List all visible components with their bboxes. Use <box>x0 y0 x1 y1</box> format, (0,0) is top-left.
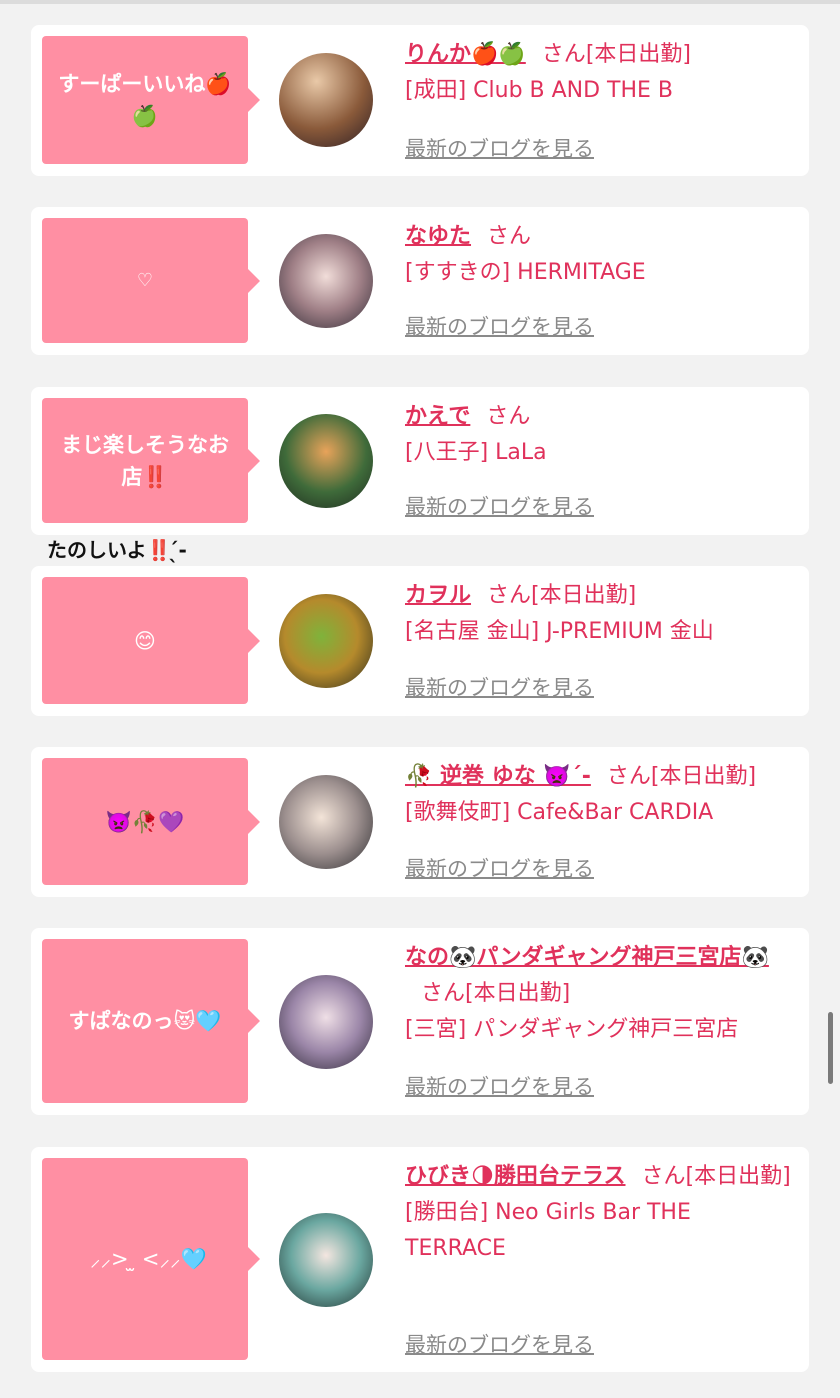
shop-name: [歌舞伎町] Cafe&Bar CARDIA <box>405 800 714 825</box>
honorific: さん <box>641 1164 686 1189</box>
list-item: すーぱーいいね🍎🍏 りんか🍎🍏 さん[本日出勤] [成田] Club B AND … <box>31 25 809 176</box>
girl-name-link[interactable]: なゆた <box>405 224 471 249</box>
list-item: すぱなのっ😻🩵 なの🐼パンダギャング神戸三宮店🐼 さん[本日出勤] [三宮] パン… <box>31 928 809 1115</box>
message-bubble: 👿🥀💜 <box>42 758 260 885</box>
shop-name: [八王子] LaLa <box>405 440 547 465</box>
blog-link[interactable]: 最新のブログを見る <box>405 491 594 521</box>
avatar[interactable] <box>279 234 373 328</box>
honorific: さん <box>541 42 586 67</box>
blog-link[interactable]: 最新のブログを見る <box>405 311 594 341</box>
honorific: さん <box>421 981 466 1006</box>
avatar[interactable] <box>279 53 373 147</box>
blog-link[interactable]: 最新のブログを見る <box>405 133 594 163</box>
shop-name: [名古屋 金山] J-PREMIUM 金山 <box>405 619 714 644</box>
avatar[interactable] <box>279 594 373 688</box>
list-item: 👿🥀💜 🥀 逆巻 ゆな 👿´- さん[本日出勤] [歌舞伎町] Cafe&Bar … <box>31 747 809 897</box>
shop-name: [三宮] パンダギャング神戸三宮店 <box>405 1017 739 1042</box>
honorific: さん <box>606 764 651 789</box>
girl-name-link[interactable]: 🥀 逆巻 ゆな 👿´- <box>405 764 591 789</box>
status-badge: [本日出勤] <box>650 764 757 789</box>
blog-link[interactable]: 最新のブログを見る <box>405 1329 594 1359</box>
girl-name-link[interactable]: なの🐼パンダギャング神戸三宮店🐼 <box>405 945 769 970</box>
message-bubble: 😊 <box>42 577 260 704</box>
scrollbar[interactable] <box>828 1012 833 1084</box>
list-item: まじ楽しそうなお店‼️ かえで さん [八王子] LaLa 最新のブログを見る <box>31 387 809 535</box>
status-badge: [本日出勤] <box>465 981 571 1006</box>
top-divider <box>0 0 840 4</box>
status-badge: [本日出勤] <box>585 42 691 67</box>
blog-link[interactable]: 最新のブログを見る <box>405 1071 594 1101</box>
message-bubble: ‪‪ ⸝⸝> ̫ <⸝⸝🩵 <box>42 1158 260 1360</box>
shop-name: [すすきの] HERMITAGE <box>405 260 646 285</box>
avatar[interactable] <box>279 1213 373 1307</box>
girl-name-link[interactable]: カヲル <box>405 583 471 608</box>
girl-name-link[interactable]: ひびき🌗勝田台テラス <box>405 1164 626 1189</box>
message-bubble: すぱなのっ😻🩵 <box>42 939 260 1103</box>
list-item: ♡ なゆた さん [すすきの] HERMITAGE 最新のブログを見る <box>31 207 809 355</box>
avatar[interactable] <box>279 975 373 1069</box>
girl-name-link[interactable]: りんか🍎🍏 <box>405 42 526 67</box>
list-item: 😊 カヲル さん[本日出勤] [名古屋 金山] J-PREMIUM 金山 最新のブ… <box>31 566 809 716</box>
girl-name-link[interactable]: かえで <box>405 404 470 429</box>
shop-name: [勝田台] Neo Girls Bar THE TERRACE <box>405 1200 691 1261</box>
honorific: さん <box>487 583 532 608</box>
status-badge: [本日出勤] <box>685 1164 791 1189</box>
shop-name: [成田] Club B AND THE B <box>405 78 674 103</box>
blog-link[interactable]: 最新のブログを見る <box>405 672 594 702</box>
message-bubble: すーぱーいいね🍎🍏 <box>42 36 260 164</box>
message-bubble: ♡ <box>42 218 260 343</box>
avatar[interactable] <box>279 775 373 869</box>
blog-link[interactable]: 最新のブログを見る <box>405 853 594 883</box>
avatar[interactable] <box>279 414 373 508</box>
honorific: さん <box>487 224 532 249</box>
status-badge: [本日出勤] <box>531 583 637 608</box>
comment-text: たのしいよ‼️ ̖́-‬ <box>47 538 187 562</box>
honorific: さん <box>486 404 531 429</box>
list-item: ‪‪ ⸝⸝> ̫ <⸝⸝🩵 ひびき🌗勝田台テラス さん[本日出勤] [勝田台] N… <box>31 1147 809 1372</box>
message-bubble: まじ楽しそうなお店‼️ <box>42 398 260 523</box>
